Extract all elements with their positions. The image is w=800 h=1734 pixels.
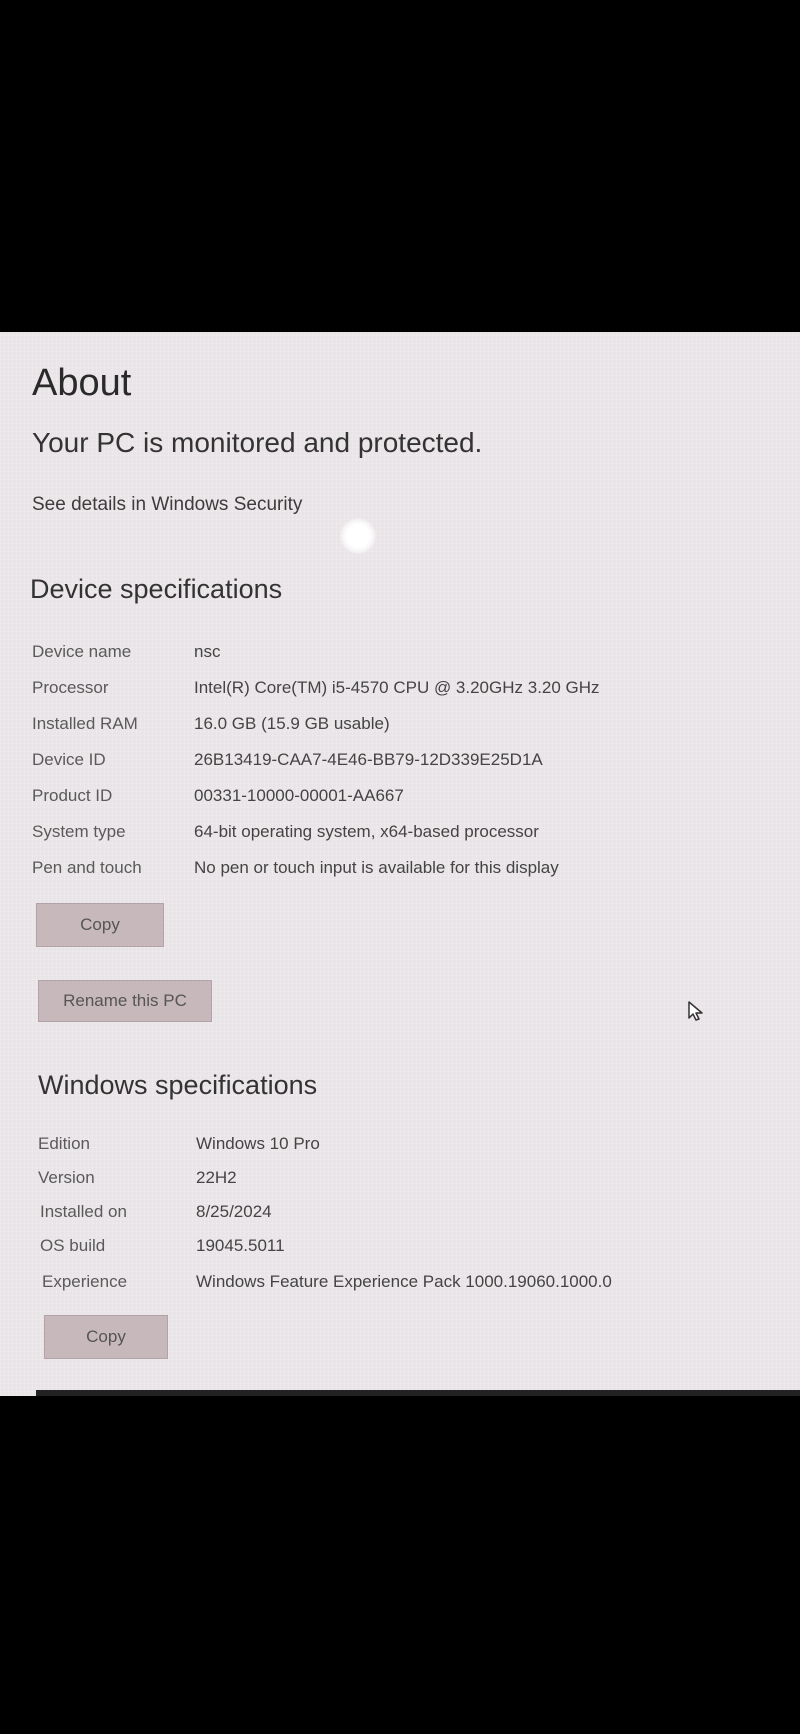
spec-value: Windows Feature Experience Pack 1000.190… [196, 1272, 612, 1291]
windows-security-link[interactable]: See details in Windows Security [32, 494, 302, 516]
spec-value: nsc [194, 642, 221, 661]
spec-row-pen-and-touch: Pen and touch No pen or touch input is a… [32, 858, 772, 888]
spec-label: System type [32, 822, 126, 841]
spec-label: OS build [40, 1236, 106, 1255]
spec-label: Pen and touch [32, 858, 142, 877]
spec-row-installed-ram: Installed RAM 16.0 GB (15.9 GB usable) [32, 714, 772, 744]
spec-value: Intel(R) Core(TM) i5-4570 CPU @ 3.20GHz … [194, 678, 600, 697]
spec-row-os-build: OS build 19045.5011 [40, 1236, 780, 1266]
spec-label: Edition [38, 1134, 90, 1153]
spec-row-edition: Edition Windows 10 Pro [38, 1134, 778, 1164]
spec-row-experience: Experience Windows Feature Experience Pa… [42, 1272, 782, 1302]
spec-value: 22H2 [196, 1168, 237, 1187]
spec-value: No pen or touch input is available for t… [194, 858, 559, 877]
mouse-pointer-icon [687, 1000, 705, 1027]
spec-label: Experience [42, 1272, 128, 1291]
protection-status: Your PC is monitored and protected. [32, 427, 483, 458]
screen-bottom-edge [36, 1390, 800, 1396]
windows-copy-button[interactable]: Copy [44, 1315, 168, 1359]
screen-glare [340, 518, 376, 554]
spec-row-device-name: Device name nsc [32, 642, 772, 672]
device-specs-heading: Device specifications [30, 574, 283, 604]
spec-row-device-id: Device ID 26B13419-CAA7-4E46-BB79-12D339… [32, 750, 772, 780]
spec-value: 00331-10000-00001-AA667 [194, 786, 404, 805]
rename-pc-button[interactable]: Rename this PC [38, 980, 212, 1022]
spec-row-processor: Processor Intel(R) Core(TM) i5-4570 CPU … [32, 678, 772, 708]
spec-row-installed-on: Installed on 8/25/2024 [40, 1202, 780, 1232]
spec-label: Processor [32, 678, 109, 697]
spec-label: Device ID [32, 750, 106, 769]
spec-row-product-id: Product ID 00331-10000-00001-AA667 [32, 786, 772, 816]
spec-value: 26B13419-CAA7-4E46-BB79-12D339E25D1A [194, 750, 543, 769]
spec-label: Product ID [32, 786, 113, 805]
device-copy-button[interactable]: Copy [36, 903, 164, 947]
windows-specs-heading: Windows specifications [38, 1070, 318, 1100]
spec-value: 8/25/2024 [196, 1202, 272, 1221]
spec-label: Installed RAM [32, 714, 138, 733]
spec-label: Version [38, 1168, 95, 1187]
spec-row-system-type: System type 64-bit operating system, x64… [32, 822, 772, 852]
spec-label: Installed on [40, 1202, 127, 1221]
settings-about-screen: About Your PC is monitored and protected… [0, 332, 800, 1396]
spec-value: 16.0 GB (15.9 GB usable) [194, 714, 390, 733]
spec-row-version: Version 22H2 [38, 1168, 778, 1198]
page-title: About [32, 362, 132, 404]
spec-value: Windows 10 Pro [196, 1134, 320, 1153]
spec-label: Device name [32, 642, 132, 661]
spec-value: 19045.5011 [196, 1236, 285, 1255]
spec-value: 64-bit operating system, x64-based proce… [194, 822, 539, 841]
